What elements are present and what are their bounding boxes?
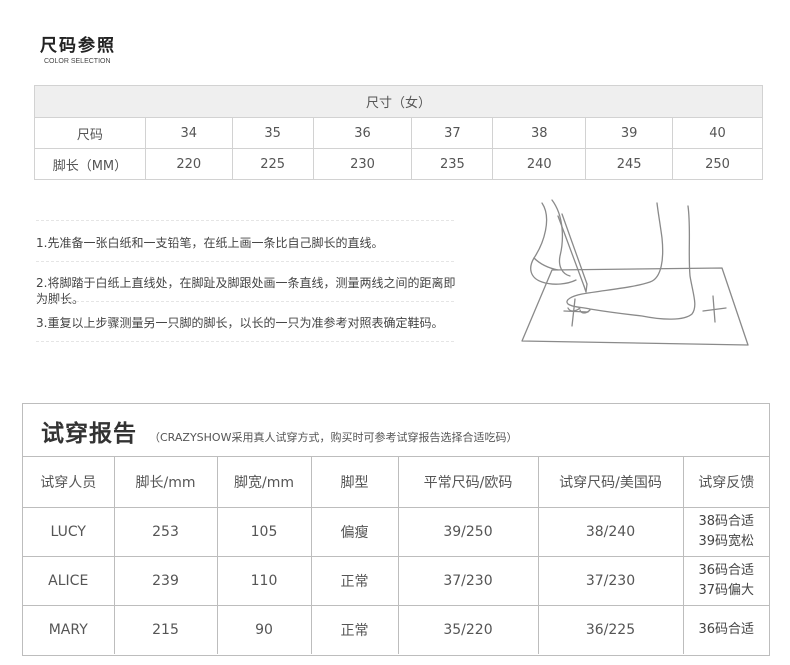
foot-length: 239 bbox=[113, 556, 218, 606]
size-row: 尺码 34 35 36 37 38 39 40 bbox=[34, 117, 763, 149]
usual-size: 37/230 bbox=[397, 556, 539, 606]
instruction-step-2: 2.将脚踏于白纸上直线处，在脚趾及脚跟处画一条直线，测量两线之间的距离即为脚长。 bbox=[36, 276, 456, 306]
length-cell: 240 bbox=[492, 148, 587, 180]
divider bbox=[36, 220, 454, 221]
feedback: 36码合适 37码偏大 bbox=[682, 556, 769, 606]
instruction-step-1: 1.先准备一张白纸和一支铅笔，在纸上画一条比自己脚长的直线。 bbox=[36, 236, 384, 250]
table-row: MARY 215 90 正常 35/220 36/225 36码合适 bbox=[23, 605, 769, 654]
foot-width: 110 bbox=[216, 556, 312, 606]
divider bbox=[36, 301, 454, 302]
report-header-row: 试穿人员 脚长/mm 脚宽/mm 脚型 平常尺码/欧码 试穿尺码/美国码 试穿反… bbox=[23, 456, 769, 508]
foot-length: 253 bbox=[113, 507, 218, 557]
divider bbox=[36, 261, 454, 262]
tester-name: LUCY bbox=[23, 507, 115, 557]
length-row-label: 脚长（MM） bbox=[34, 148, 146, 180]
tried-size: 36/225 bbox=[537, 605, 684, 654]
tester-name: ALICE bbox=[23, 556, 115, 606]
foot-type: 正常 bbox=[310, 605, 399, 654]
length-cell: 245 bbox=[585, 148, 674, 180]
size-cell: 35 bbox=[231, 117, 314, 149]
foot-length: 215 bbox=[113, 605, 218, 654]
column-header: 脚宽/mm bbox=[216, 456, 312, 508]
size-cell: 39 bbox=[585, 117, 674, 149]
size-chart-caption: 尺寸（女） bbox=[34, 85, 763, 118]
feedback-line: 39码宽松 bbox=[698, 534, 755, 549]
divider bbox=[36, 341, 454, 342]
table-row: ALICE 239 110 正常 37/230 37/230 36码合适 37码… bbox=[23, 556, 769, 606]
foot-type: 正常 bbox=[310, 556, 399, 606]
length-cell: 250 bbox=[672, 148, 763, 180]
feedback-line: 36码合适 bbox=[698, 563, 755, 578]
length-row: 脚长（MM） 220 225 230 235 240 245 250 bbox=[34, 148, 763, 180]
fitting-report-table: 试穿人员 脚长/mm 脚宽/mm 脚型 平常尺码/欧码 试穿尺码/美国码 试穿反… bbox=[23, 456, 769, 654]
feedback: 36码合适 bbox=[682, 605, 769, 654]
length-cell: 235 bbox=[411, 148, 494, 180]
page-title: 尺码参照 bbox=[40, 36, 116, 56]
size-chart-table: 尺寸（女） 尺码 34 35 36 37 38 39 40 脚长（MM） 220… bbox=[34, 85, 763, 180]
column-header: 脚型 bbox=[310, 456, 399, 508]
foot-type: 偏瘦 bbox=[310, 507, 399, 557]
size-cell: 37 bbox=[411, 117, 494, 149]
foot-measure-icon bbox=[521, 199, 749, 346]
column-header: 平常尺码/欧码 bbox=[397, 456, 539, 508]
foot-width: 105 bbox=[216, 507, 312, 557]
column-header: 试穿人员 bbox=[23, 456, 115, 508]
column-header: 试穿尺码/美国码 bbox=[537, 456, 684, 508]
fitting-report: 试穿报告 （CRAZYSHOW采用真人试穿方式，购买时可参考试穿报告选择合适吃码… bbox=[22, 403, 770, 656]
column-header: 脚长/mm bbox=[113, 456, 218, 508]
size-cell: 40 bbox=[672, 117, 763, 149]
tried-size: 38/240 bbox=[537, 507, 684, 557]
foot-width: 90 bbox=[216, 605, 312, 654]
usual-size: 39/250 bbox=[397, 507, 539, 557]
report-title: 试穿报告 bbox=[41, 421, 137, 447]
feedback-line: 37码偏大 bbox=[698, 583, 755, 598]
instruction-step-3: 3.重复以上步骤测量另一只脚的脚长，以长的一只为准参考对照表确定鞋码。 bbox=[36, 316, 444, 330]
size-row-label: 尺码 bbox=[34, 117, 146, 149]
length-cell: 220 bbox=[144, 148, 233, 180]
report-note: （CRAZYSHOW采用真人试穿方式，购买时可参考试穿报告选择合适吃码） bbox=[149, 431, 518, 444]
usual-size: 35/220 bbox=[397, 605, 539, 654]
size-cell: 34 bbox=[144, 117, 233, 149]
table-row: LUCY 253 105 偏瘦 39/250 38/240 38码合适 39码宽… bbox=[23, 507, 769, 557]
size-cell: 38 bbox=[492, 117, 587, 149]
size-chart-caption-row: 尺寸（女） bbox=[34, 85, 763, 118]
size-cell: 36 bbox=[312, 117, 413, 149]
tester-name: MARY bbox=[23, 605, 115, 654]
feedback-line: 36码合适 bbox=[698, 622, 755, 637]
length-cell: 225 bbox=[231, 148, 314, 180]
page-subtitle: COLOR SELECTION bbox=[44, 58, 111, 65]
feedback: 38码合适 39码宽松 bbox=[682, 507, 769, 557]
feedback-line: 38码合适 bbox=[698, 514, 755, 529]
tried-size: 37/230 bbox=[537, 556, 684, 606]
length-cell: 230 bbox=[312, 148, 413, 180]
column-header: 试穿反馈 bbox=[682, 456, 769, 508]
